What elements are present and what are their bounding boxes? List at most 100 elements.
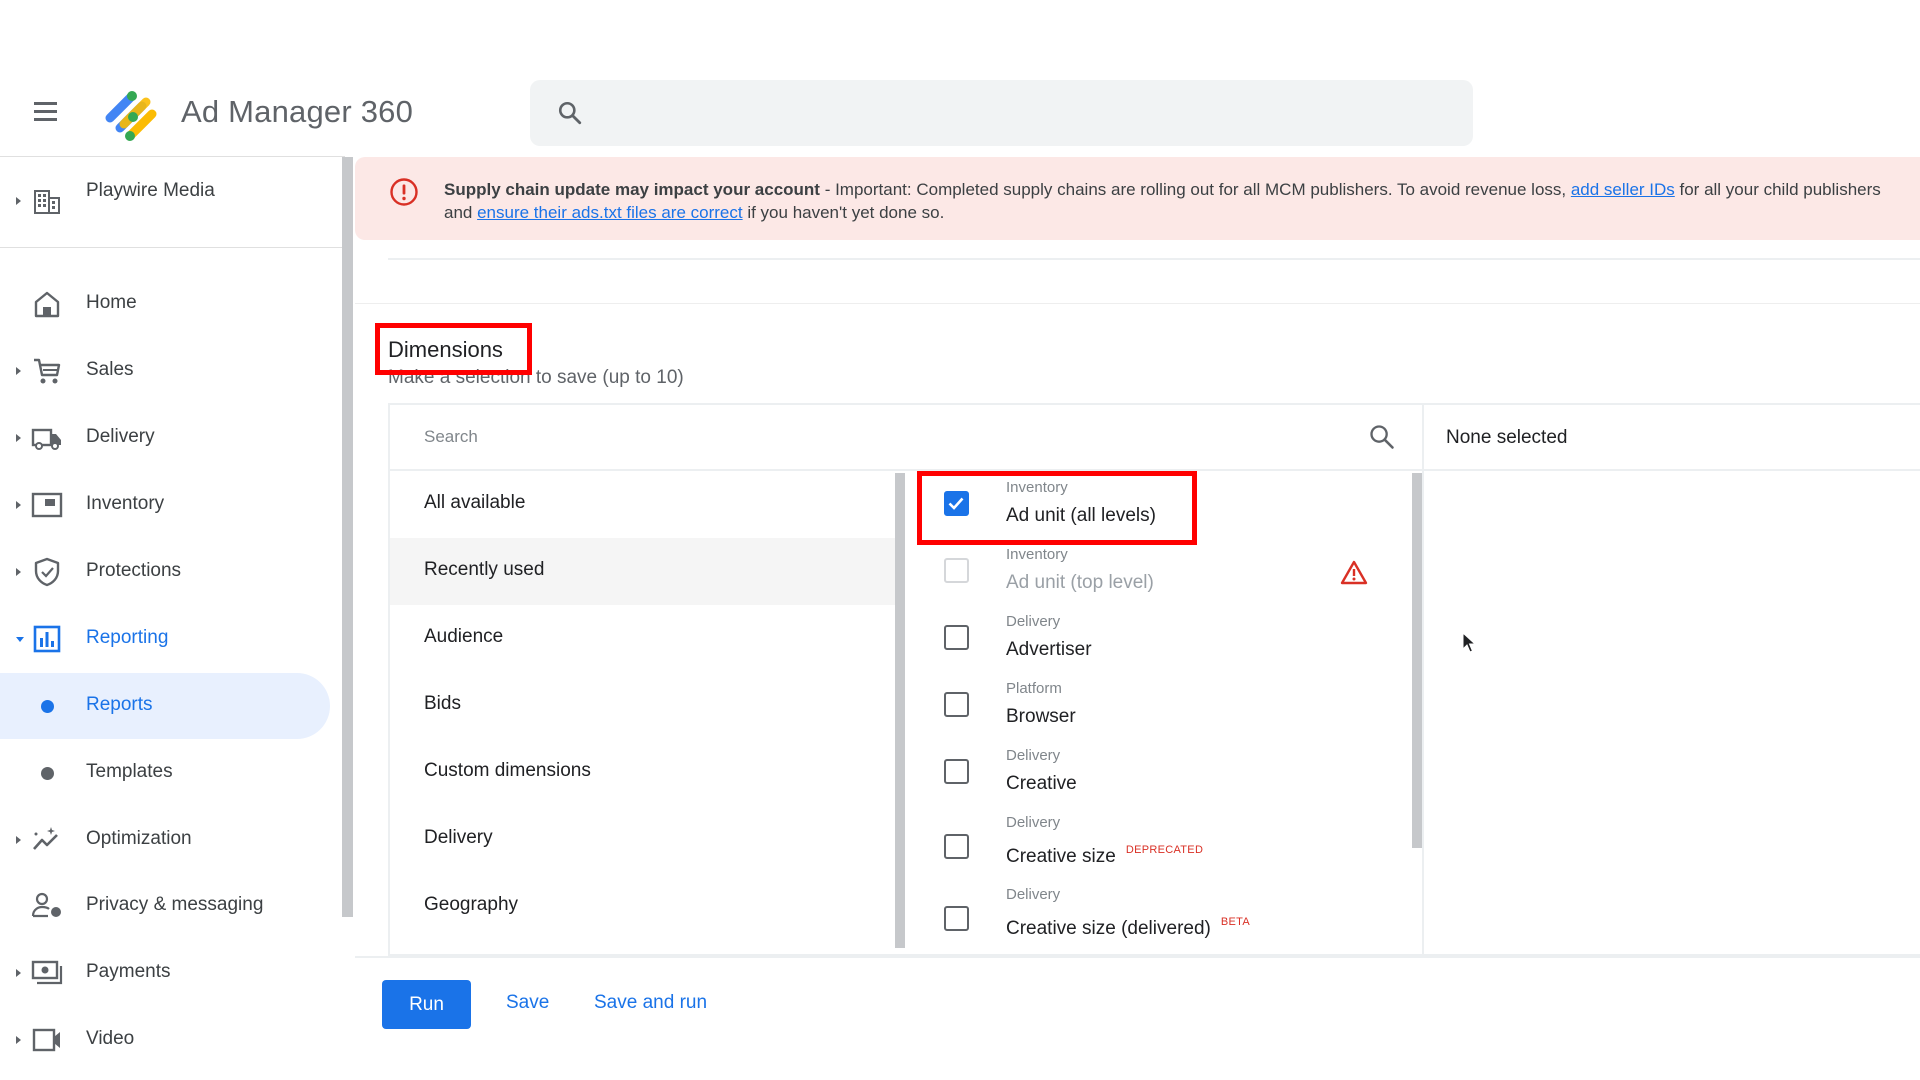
sidebar-item-label: Privacy & messaging bbox=[86, 894, 264, 915]
sidebar-item-label: Inventory bbox=[86, 493, 165, 514]
add-seller-ids-link[interactable]: add seller IDs bbox=[1571, 180, 1675, 199]
checkbox[interactable] bbox=[944, 692, 969, 717]
divider bbox=[388, 258, 1920, 260]
search-icon[interactable] bbox=[1368, 423, 1396, 451]
dimension-category: Delivery bbox=[1006, 747, 1061, 764]
checkbox-disabled bbox=[944, 558, 969, 583]
main-menu-button[interactable] bbox=[32, 100, 62, 124]
dimension-name: Creative bbox=[1006, 773, 1077, 794]
save-and-run-button[interactable]: Save and run bbox=[594, 992, 707, 1014]
dimension-option-ad-unit-top-level[interactable]: Inventory Ad unit (top level) bbox=[907, 538, 1407, 605]
warning-icon[interactable] bbox=[1340, 560, 1368, 585]
sidebar-item-reporting[interactable]: Reporting bbox=[0, 606, 330, 672]
selected-dimensions-list bbox=[1422, 471, 1920, 956]
dimension-name-text: Creative size (delivered) bbox=[1006, 918, 1211, 939]
dimension-category: Platform bbox=[1006, 680, 1062, 697]
checkbox[interactable] bbox=[944, 625, 969, 650]
ads-txt-link[interactable]: ensure their ads.txt files are correct bbox=[477, 203, 743, 222]
supply-chain-alert-banner: Supply chain update may impact your acco… bbox=[355, 157, 1920, 240]
category-item-delivery[interactable]: Delivery bbox=[390, 806, 895, 873]
selected-dimensions-header: None selected bbox=[1422, 405, 1920, 471]
category-item-custom-dimensions[interactable]: Custom dimensions bbox=[390, 739, 895, 806]
checkbox-checked[interactable] bbox=[944, 491, 969, 516]
category-item-geography[interactable]: Geography bbox=[390, 873, 895, 940]
category-item-all-available[interactable]: All available bbox=[390, 471, 895, 538]
dimension-option-ad-unit-all-levels[interactable]: Inventory Ad unit (all levels) bbox=[907, 471, 1407, 538]
dimension-option-creative-size[interactable]: Delivery Creative size DEPRECATED bbox=[907, 806, 1407, 878]
category-list-scrollbar[interactable] bbox=[895, 473, 905, 948]
dimension-option-creative[interactable]: Delivery Creative bbox=[907, 739, 1407, 806]
dimension-option-browser[interactable]: Platform Browser bbox=[907, 672, 1407, 739]
ad-manager-logo-icon[interactable] bbox=[102, 88, 160, 146]
dimension-category: Delivery bbox=[1006, 886, 1061, 903]
dimension-category: Inventory bbox=[1006, 546, 1068, 563]
inventory-icon bbox=[31, 492, 63, 518]
sidebar-item-label: Payments bbox=[86, 961, 171, 982]
sidebar-scrollbar[interactable] bbox=[342, 157, 353, 917]
sidebar-item-label: Protections bbox=[86, 560, 182, 581]
sidebar-item-privacy-messaging[interactable]: Privacy & messaging bbox=[0, 873, 330, 939]
sidebar-item-label: Video bbox=[86, 1028, 135, 1049]
checkbox[interactable] bbox=[944, 759, 969, 784]
dimension-list-scrollbar[interactable] bbox=[1412, 473, 1422, 848]
dimension-category: Delivery bbox=[1006, 814, 1061, 831]
hamburger-menu-icon bbox=[34, 102, 57, 105]
dimension-option-advertiser[interactable]: Delivery Advertiser bbox=[907, 605, 1407, 672]
sidebar-item-protections[interactable]: Protections bbox=[0, 539, 330, 605]
expand-caret-icon bbox=[16, 568, 21, 576]
dimension-name: Ad unit (top level) bbox=[1006, 572, 1154, 593]
sidebar-item-label: Home bbox=[86, 292, 137, 313]
sidebar-item-templates[interactable]: Templates bbox=[0, 740, 330, 806]
sidebar-item-inventory[interactable]: Inventory bbox=[0, 472, 330, 538]
error-icon bbox=[390, 178, 418, 206]
building-icon bbox=[34, 190, 60, 214]
account-switcher[interactable]: Playwire Media bbox=[0, 157, 342, 248]
dimension-options-list: Inventory Ad unit (all levels) Inventory… bbox=[907, 471, 1420, 956]
bullet-dot-icon bbox=[41, 767, 54, 780]
dimension-option-creative-size-delivered[interactable]: Delivery Creative size (delivered) BETA bbox=[907, 878, 1407, 950]
checkbox[interactable] bbox=[944, 834, 969, 859]
account-name: Playwire Media bbox=[86, 180, 215, 201]
sidebar-item-optimization[interactable]: Optimization bbox=[0, 807, 330, 873]
checkmark-icon bbox=[948, 497, 964, 510]
sidebar-item-payments[interactable]: Payments bbox=[0, 940, 330, 1006]
beta-badge: BETA bbox=[1220, 916, 1250, 928]
expand-caret-icon bbox=[16, 367, 21, 375]
dimension-name: Creative size (delivered) BETA bbox=[1006, 916, 1250, 940]
sidebar-item-label: Templates bbox=[86, 761, 173, 782]
sidebar-item-reports[interactable]: Reports bbox=[0, 673, 330, 739]
category-label: Delivery bbox=[424, 827, 493, 848]
sidebar-item-label: Sales bbox=[86, 359, 134, 380]
home-icon bbox=[34, 291, 60, 318]
bar-chart-icon bbox=[33, 625, 61, 653]
dimension-picker: Search None selected All available Recen… bbox=[388, 403, 1920, 956]
collapse-caret-icon bbox=[16, 637, 24, 642]
expand-caret-icon bbox=[16, 1036, 21, 1044]
sidebar-item-label: Delivery bbox=[86, 426, 155, 447]
expand-caret-icon bbox=[16, 501, 21, 509]
run-button[interactable]: Run bbox=[382, 980, 471, 1029]
dimension-search-input[interactable]: Search bbox=[390, 405, 1422, 471]
expand-caret-icon bbox=[16, 434, 21, 442]
sparkle-trend-icon bbox=[33, 827, 58, 850]
expand-caret-icon bbox=[16, 969, 21, 977]
save-button[interactable]: Save bbox=[506, 992, 549, 1014]
dimension-name-text: Creative size bbox=[1006, 846, 1116, 867]
category-label: Geography bbox=[424, 894, 519, 915]
alert-text: if you haven't yet done so. bbox=[742, 203, 945, 222]
sidebar-item-delivery[interactable]: Delivery bbox=[0, 405, 330, 471]
divider bbox=[355, 303, 1920, 304]
sidebar-item-sales[interactable]: Sales bbox=[0, 338, 330, 404]
global-search-bar[interactable] bbox=[530, 80, 1473, 146]
alert-text: - Important: Completed supply chains are… bbox=[819, 180, 1571, 199]
category-item-bids[interactable]: Bids bbox=[390, 672, 895, 739]
category-item-recently-used[interactable]: Recently used bbox=[390, 538, 895, 605]
category-item-audience[interactable]: Audience bbox=[390, 605, 895, 672]
top-app-bar: Ad Manager 360 bbox=[0, 70, 1920, 156]
divider bbox=[355, 956, 1920, 958]
sidebar-item-home[interactable]: Home bbox=[0, 271, 330, 337]
checkbox[interactable] bbox=[944, 906, 969, 931]
sidebar-item-video[interactable]: Video bbox=[0, 1007, 330, 1073]
sidebar-item-label: Reporting bbox=[86, 627, 169, 648]
alert-text: and bbox=[444, 203, 478, 222]
